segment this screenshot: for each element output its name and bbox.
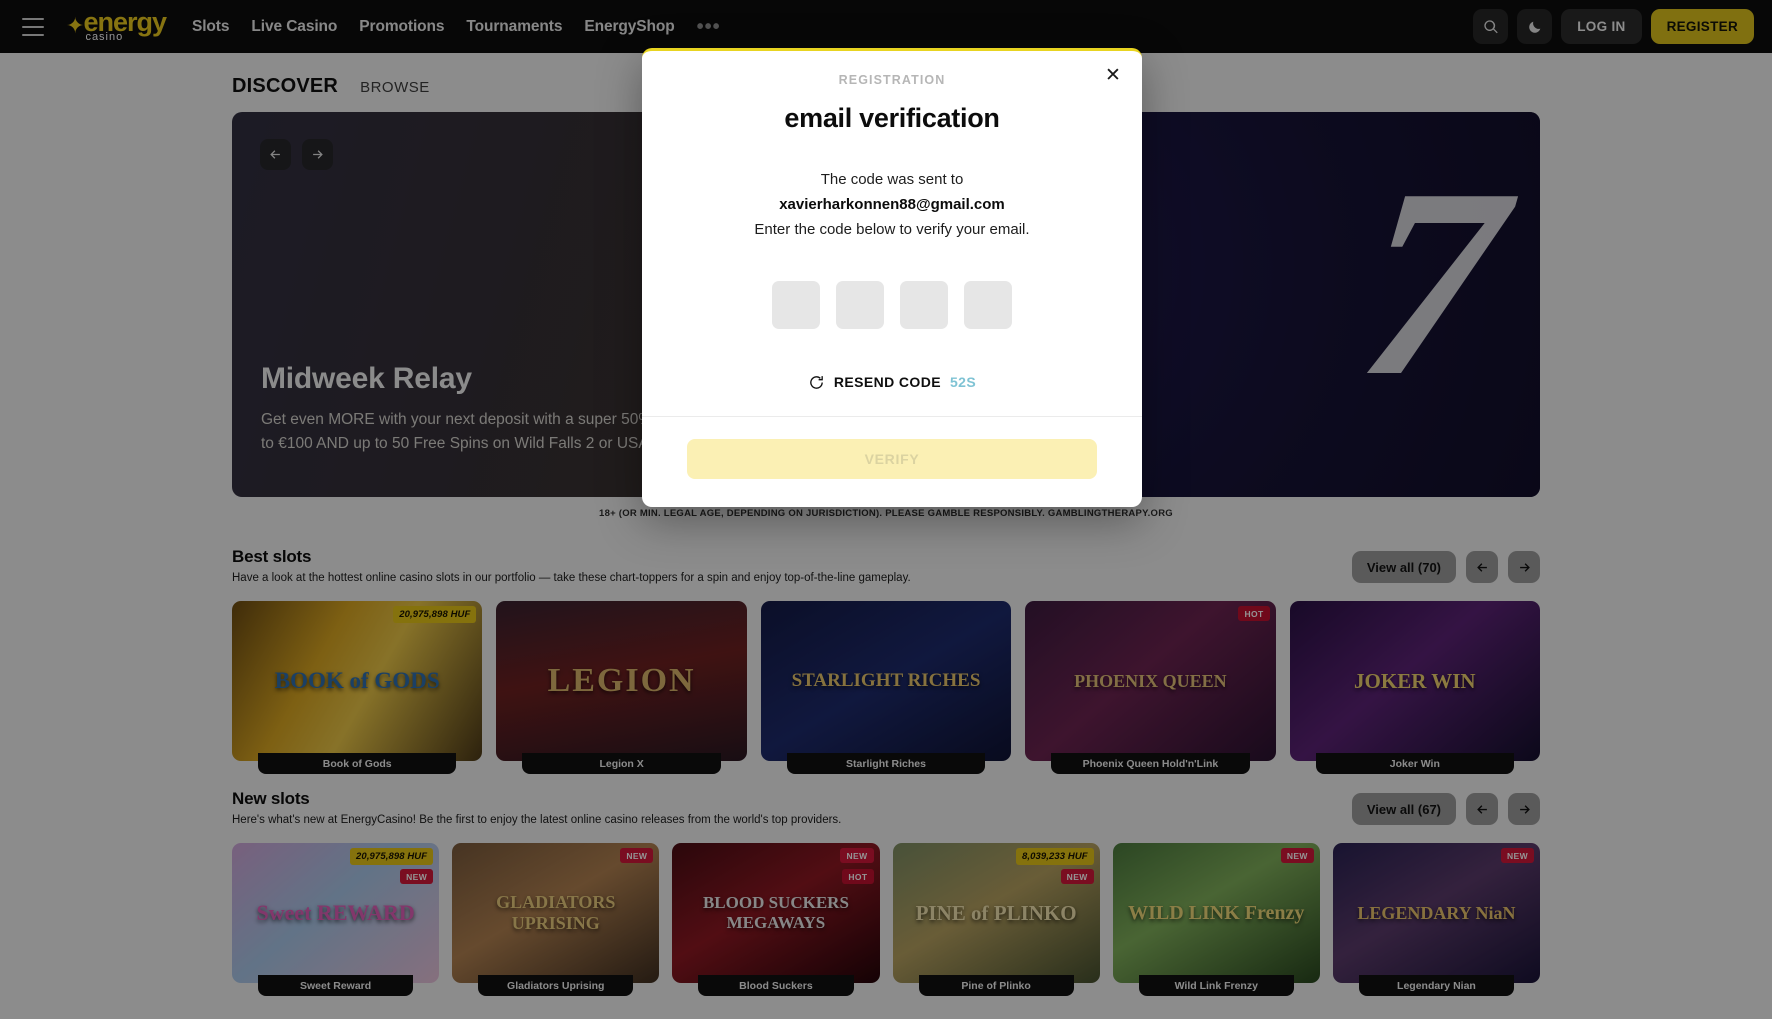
recipient-email: xavierharkonnen88@gmail.com xyxy=(779,195,1005,213)
verify-button[interactable]: VERIFY xyxy=(687,438,1097,479)
code-digit-1[interactable] xyxy=(772,280,820,329)
page-root: ✦ energy casino Slots Live Casino Promot… xyxy=(0,0,1772,1019)
code-sent-line: The code was sent to xyxy=(820,171,964,188)
modal-eyebrow: REGISTRATION xyxy=(838,73,946,87)
modal-title: email verification xyxy=(784,103,1000,133)
code-digit-3[interactable] xyxy=(900,280,948,329)
modal-footer: VERIFY xyxy=(642,415,1142,507)
email-verification-modal: ✕ REGISTRATION email verification The co… xyxy=(642,48,1142,507)
close-icon[interactable]: ✕ xyxy=(1100,62,1126,88)
verification-code-inputs xyxy=(642,280,1142,329)
refresh-icon xyxy=(808,374,825,391)
code-digit-2[interactable] xyxy=(836,280,884,329)
code-digit-4[interactable] xyxy=(964,280,1012,329)
resend-code-label: RESEND CODE xyxy=(833,374,941,391)
resend-timer: 52S xyxy=(949,374,977,391)
enter-code-line: Enter the code below to verify your emai… xyxy=(754,220,1030,238)
modal-body-text: The code was sent to xavierharkonnen88@g… xyxy=(642,168,1142,243)
resend-code-button[interactable]: RESEND CODE 52S xyxy=(642,374,1142,416)
